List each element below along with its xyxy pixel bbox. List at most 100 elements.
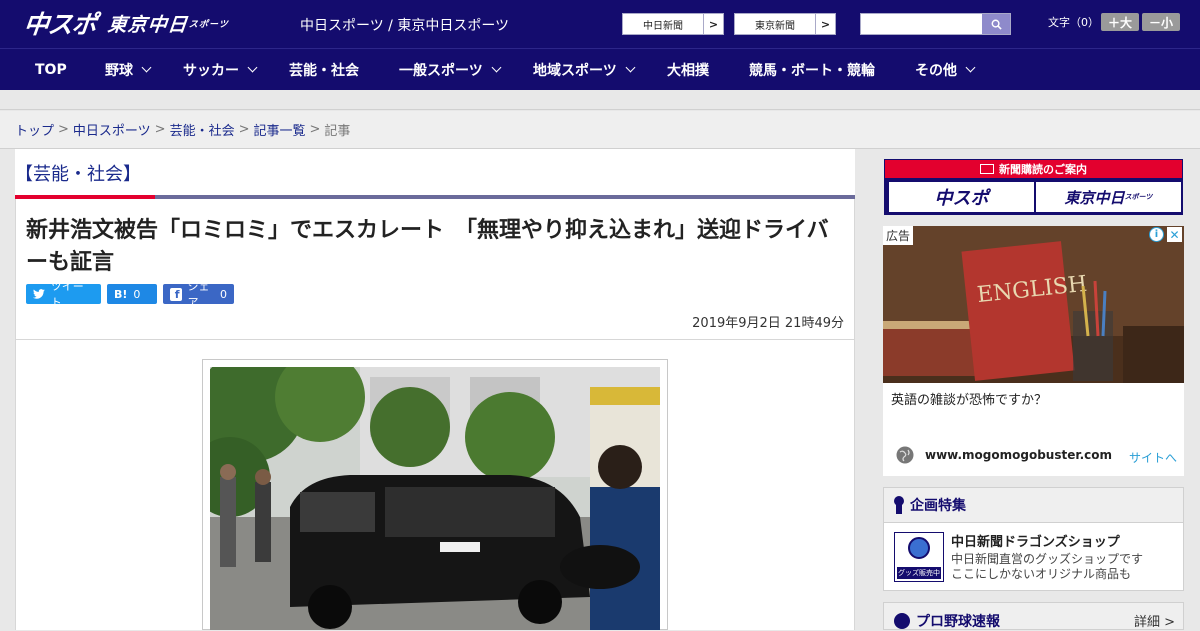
subscription-banner[interactable]: 新聞購読のご案内 中スポ 東京中日 スポーツ bbox=[884, 159, 1183, 215]
subscription-title: 新聞購読のご案内 bbox=[999, 163, 1087, 176]
chunichi-shimbun-link[interactable]: 中日新聞 > bbox=[622, 13, 724, 35]
ad-domain: www.mogomogobuster.com bbox=[925, 448, 1112, 462]
facebook-share-count: 0 bbox=[220, 287, 227, 301]
chevron-down-icon bbox=[247, 62, 258, 73]
description-line: 中日新聞直営のグッズショップです bbox=[951, 552, 1144, 566]
nav-label: 地域スポーツ bbox=[533, 62, 617, 79]
breadcrumb-current: 記事 bbox=[324, 124, 351, 139]
breadcrumb-separator: > bbox=[154, 122, 166, 137]
feature-heading: 企画特集 bbox=[910, 498, 966, 514]
breadcrumb-separator: > bbox=[238, 122, 250, 137]
hatena-count: 0 bbox=[133, 287, 141, 301]
subscribe-tokyo-text: 東京中日 bbox=[1064, 188, 1125, 207]
nav-label: 野球 bbox=[105, 62, 133, 79]
ad-headline[interactable]: 英語の雑談が恐怖ですか？ bbox=[891, 389, 1047, 408]
chevron-down-icon bbox=[491, 62, 502, 73]
dragons-shop-link[interactable]: 中日新聞ドラゴンズショップ bbox=[951, 531, 1120, 550]
site-title: 中日スポーツ / 東京中日スポーツ bbox=[300, 18, 510, 34]
goods-sale-label: グッズ販売中 bbox=[897, 567, 941, 579]
article-headline: 新井浩文被告「ロミロミ」でエスカレート 「無理やり抑え込まれ」送迎ドライバーも証… bbox=[26, 218, 829, 275]
subscribe-tokyo-chunichi[interactable]: 東京中日 スポーツ bbox=[1036, 182, 1181, 212]
publish-date: 2019年9月2日 21時49分 bbox=[692, 316, 844, 331]
baseball-scores-box: プロ野球速報 詳細 > bbox=[883, 602, 1184, 630]
nav-top[interactable]: TOP bbox=[35, 49, 67, 90]
search-input[interactable] bbox=[861, 14, 982, 34]
ad-visit-link[interactable]: サイトへ bbox=[1129, 449, 1177, 466]
breadcrumb-entertainment[interactable]: 芸能・社会 bbox=[170, 120, 235, 139]
breadcrumb-separator: > bbox=[58, 122, 69, 137]
nav-label: 大相撲 bbox=[667, 62, 709, 79]
search-icon bbox=[991, 19, 1002, 30]
nav-entertainment[interactable]: 芸能・社会 bbox=[289, 49, 359, 90]
globe-icon bbox=[896, 446, 914, 464]
breadcrumb-top[interactable]: トップ bbox=[15, 120, 54, 139]
feature-box: 企画特集 グッズ販売中 中日新聞ドラゴンズショップ 中日新聞直営のグッズショップ… bbox=[883, 487, 1184, 591]
site-header: 中スポ 東京中日 スポーツ 中日スポーツ / 東京中日スポーツ 中日新聞 > 東京… bbox=[0, 0, 1200, 48]
nav-keiba[interactable]: 競馬・ボート・競輪 bbox=[749, 49, 875, 90]
chevron-down-icon bbox=[141, 62, 152, 73]
tokyo-logo-text: 東京中日 bbox=[106, 13, 190, 36]
chevron-right-icon: > bbox=[703, 14, 723, 34]
category-underline bbox=[15, 195, 855, 199]
ad-image[interactable]: ENGLISH bbox=[883, 226, 1184, 383]
envelope-icon bbox=[980, 164, 994, 174]
baseball-icon bbox=[894, 613, 910, 629]
baseball-scores-heading: プロ野球速報 bbox=[916, 614, 1000, 630]
main-nav: TOP 野球 サッカー 芸能・社会 一般スポーツ 地域スポーツ 大相撲 競馬・ボ… bbox=[0, 48, 1200, 90]
nav-sumo[interactable]: 大相撲 bbox=[667, 49, 709, 90]
nav-baseball[interactable]: 野球 bbox=[105, 49, 152, 90]
dragons-shop-description: 中日新聞直営のグッズショップです ここにしかないオリジナル商品も bbox=[951, 552, 1143, 582]
description-line: ここにしかないオリジナル商品も bbox=[951, 567, 1132, 581]
facebook-share-button[interactable]: f シェア 0 bbox=[163, 280, 234, 309]
dragons-shop-thumbnail[interactable]: グッズ販売中 bbox=[894, 532, 944, 582]
tokyo-logo-sub: スポーツ bbox=[188, 19, 230, 30]
twitter-icon bbox=[33, 289, 45, 299]
facebook-icon: f bbox=[170, 287, 182, 301]
tokyo-chunichi-logo[interactable]: 東京中日 スポーツ bbox=[106, 6, 230, 40]
tweet-button[interactable]: ツイート bbox=[26, 280, 101, 309]
chunichi-shimbun-label: 中日新聞 bbox=[643, 20, 683, 32]
nav-soccer[interactable]: サッカー bbox=[183, 49, 258, 90]
font-bigger-button[interactable]: ＋大 bbox=[1101, 13, 1139, 31]
sidebar-ad[interactable]: ENGLISH 広告 i ✕ 英語の雑談が恐怖ですか？ www.mogomogo… bbox=[883, 226, 1184, 476]
ad-info-icon[interactable]: i bbox=[1149, 227, 1164, 242]
tokyo-shimbun-link[interactable]: 東京新聞 > bbox=[734, 13, 836, 35]
nav-label: 芸能・社会 bbox=[289, 62, 359, 79]
chuspo-logo[interactable]: 中スポ bbox=[22, 6, 98, 40]
photo-car-scene bbox=[210, 367, 660, 630]
nav-label: 一般スポーツ bbox=[399, 62, 483, 79]
subscribe-chuspo[interactable]: 中スポ bbox=[889, 182, 1034, 212]
nav-label: その他 bbox=[915, 62, 957, 79]
facebook-share-label: シェア bbox=[187, 280, 210, 309]
article-category: 【芸能・社会】 bbox=[15, 164, 141, 185]
search-box bbox=[860, 13, 1011, 35]
font-size-label: 文字（0） bbox=[1048, 16, 1099, 29]
ad-label: 広告 bbox=[883, 226, 914, 245]
feature-header: 企画特集 bbox=[884, 488, 1183, 523]
article-photo bbox=[210, 367, 660, 630]
nav-other[interactable]: その他 bbox=[915, 49, 976, 90]
nav-general-sports[interactable]: 一般スポーツ bbox=[399, 49, 502, 90]
top-spacer bbox=[0, 90, 1200, 110]
tokyo-shimbun-label: 東京新聞 bbox=[755, 20, 795, 32]
article-divider bbox=[15, 339, 855, 340]
mascot-icon bbox=[908, 537, 930, 559]
font-smaller-button[interactable]: －小 bbox=[1142, 13, 1180, 31]
nav-label: サッカー bbox=[183, 62, 239, 79]
ad-book-image: ENGLISH bbox=[883, 226, 1184, 383]
hatena-icon: B! bbox=[114, 287, 128, 301]
breadcrumb: トップ > 中日スポーツ > 芸能・社会 > 記事一覧 > 記事 bbox=[0, 111, 1200, 149]
ad-close-icon[interactable]: ✕ bbox=[1167, 227, 1182, 242]
baseball-scores-header: プロ野球速報 bbox=[894, 611, 1000, 631]
chevron-down-icon bbox=[965, 62, 976, 73]
chevron-right-icon: > bbox=[815, 14, 835, 34]
hatena-bookmark-button[interactable]: B! 0 bbox=[107, 284, 157, 304]
nav-label: 競馬・ボート・競輪 bbox=[749, 62, 875, 79]
tweet-label: ツイート bbox=[50, 280, 84, 309]
search-button[interactable] bbox=[982, 14, 1010, 34]
breadcrumb-article-list[interactable]: 記事一覧 bbox=[254, 120, 306, 139]
nav-label: TOP bbox=[35, 61, 67, 78]
breadcrumb-chunichi-sports[interactable]: 中日スポーツ bbox=[73, 120, 151, 139]
baseball-details-link[interactable]: 詳細 > bbox=[1134, 611, 1175, 630]
nav-local-sports[interactable]: 地域スポーツ bbox=[533, 49, 636, 90]
